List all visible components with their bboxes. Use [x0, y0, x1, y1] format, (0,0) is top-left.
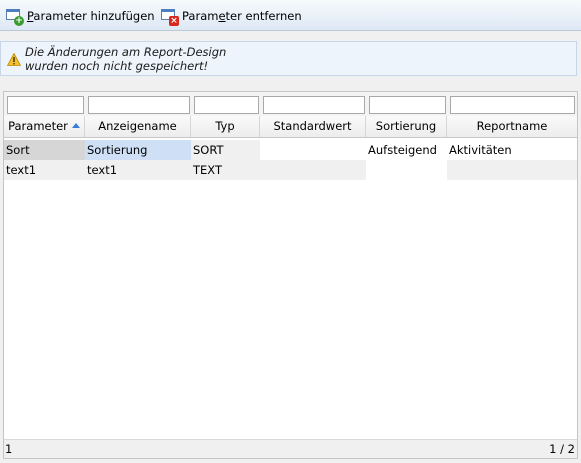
unsaved-warning-bar: Die Änderungen am Report-Design wurden n… — [0, 41, 577, 76]
cell-parameter[interactable]: Sort — [4, 140, 85, 160]
warning-line-1: Die Änderungen am Report-Design — [25, 45, 227, 59]
record-position: 1 — [5, 442, 13, 456]
warning-icon — [7, 53, 21, 66]
cell-reportname[interactable] — [447, 160, 577, 180]
column-header-label: Reportname — [476, 119, 548, 133]
cell-standardwert[interactable] — [260, 160, 366, 180]
column-header-reportname[interactable]: Reportname — [447, 116, 577, 137]
filter-input-sortierung[interactable] — [369, 96, 446, 114]
table-row[interactable]: Sort Sortierung SORT Aufsteigend Aktivit… — [4, 140, 577, 160]
column-header-typ[interactable]: Typ — [191, 116, 260, 137]
column-header-standardwert[interactable]: Standardwert — [260, 116, 366, 137]
column-header-row: Parameter Anzeigename Typ Standardwert S… — [4, 116, 577, 138]
add-parameter-label: Parameter hinzufügen — [27, 9, 155, 23]
filter-input-typ[interactable] — [194, 96, 259, 114]
column-header-label: Parameter — [8, 119, 68, 133]
filter-input-standardwert[interactable] — [263, 96, 365, 114]
remove-parameter-button[interactable]: × Parameter entfernen — [161, 6, 302, 26]
add-parameter-button[interactable]: + Parameter hinzufügen — [6, 6, 155, 26]
cell-parameter[interactable]: text1 — [4, 160, 85, 180]
cell-reportname[interactable]: Aktivitäten — [447, 140, 577, 160]
record-count: 1 / 2 — [549, 442, 575, 456]
toolbar: + Parameter hinzufügen × Parameter entfe… — [0, 0, 581, 31]
column-header-anzeigename[interactable]: Anzeigename — [85, 116, 191, 137]
remove-parameter-label: Parameter entfernen — [182, 9, 302, 23]
cell-standardwert[interactable] — [260, 140, 366, 160]
warning-message: Die Änderungen am Report-Design wurden n… — [25, 45, 226, 73]
column-header-label: Standardwert — [273, 119, 352, 133]
remove-window-icon: × — [161, 9, 179, 26]
filter-input-reportname[interactable] — [450, 96, 575, 114]
column-header-label: Typ — [215, 119, 235, 133]
filter-input-anzeigename[interactable] — [88, 96, 190, 114]
column-header-parameter[interactable]: Parameter — [4, 116, 85, 137]
cell-sortierung[interactable] — [366, 160, 447, 180]
cell-anzeigename[interactable]: text1 — [85, 160, 191, 180]
grid-footer: 1 1 / 2 — [4, 439, 577, 458]
column-header-label: Anzeigename — [98, 119, 177, 133]
cell-sortierung[interactable]: Aufsteigend — [366, 140, 447, 160]
column-header-label: Sortierung — [375, 119, 437, 133]
cell-typ[interactable]: SORT — [191, 140, 260, 160]
sort-ascending-icon — [71, 123, 80, 128]
cell-anzeigename[interactable]: Sortierung — [85, 140, 191, 160]
warning-line-2: wurden noch nicht gespeichert! — [25, 59, 209, 73]
table-row[interactable]: text1 text1 TEXT — [4, 160, 577, 180]
filter-input-parameter[interactable] — [7, 96, 84, 114]
column-header-sortierung[interactable]: Sortierung — [366, 116, 447, 137]
cell-typ[interactable]: TEXT — [191, 160, 260, 180]
add-window-icon: + — [6, 9, 24, 26]
filter-row — [4, 92, 577, 116]
parameter-grid: Parameter Anzeigename Typ Standardwert S… — [3, 91, 578, 459]
